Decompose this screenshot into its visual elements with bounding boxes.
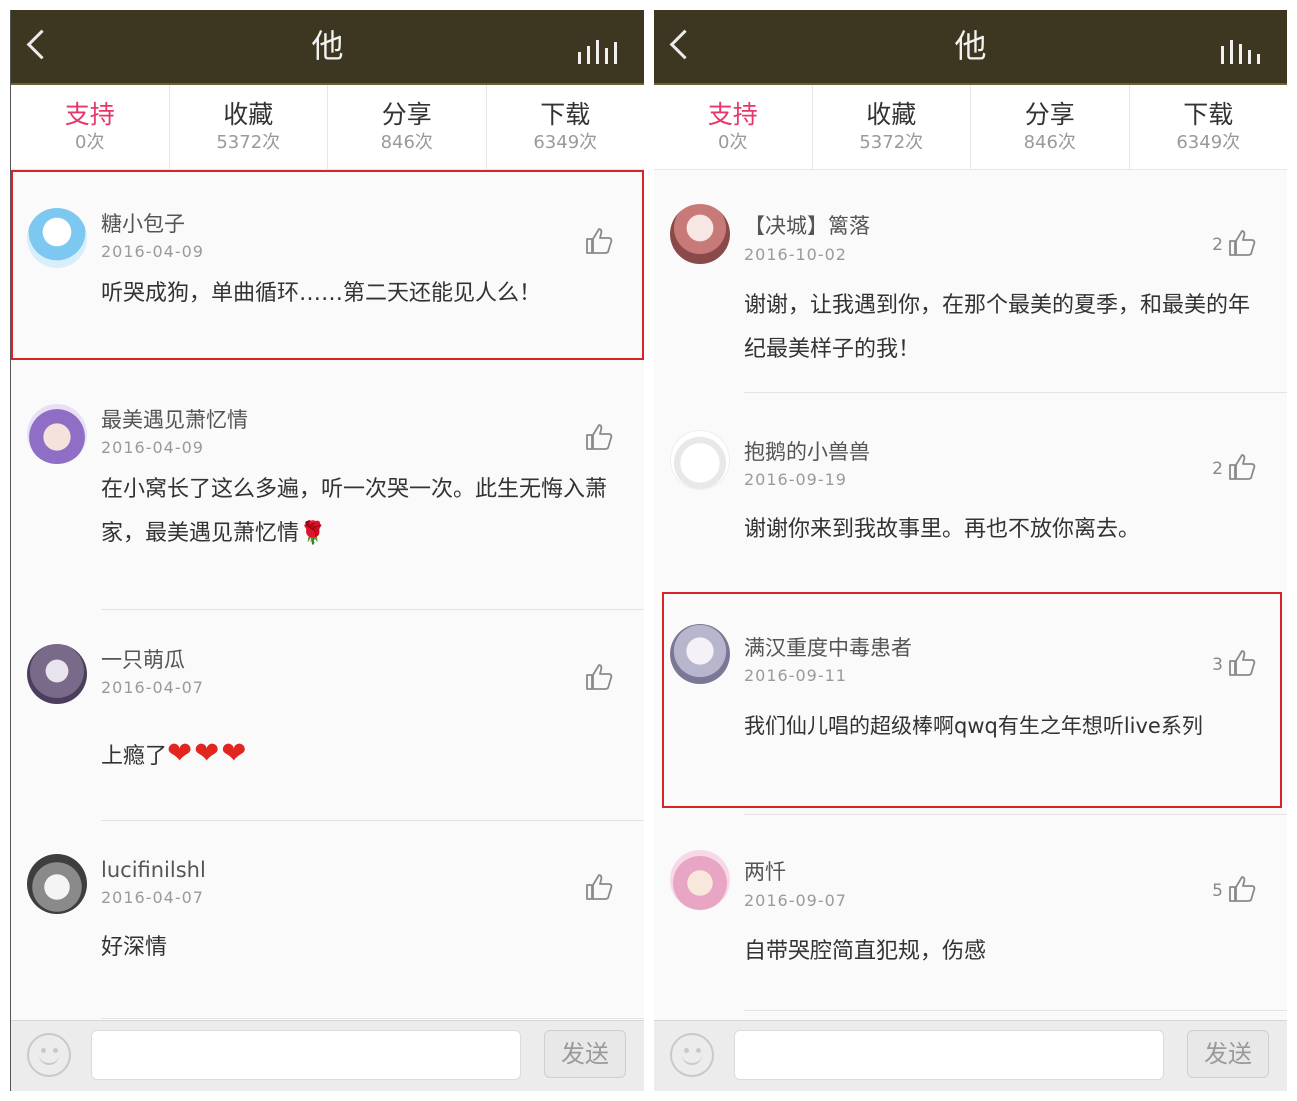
stat-label: 收藏 [223, 100, 274, 129]
send-button[interactable]: 发送 [1187, 1030, 1269, 1078]
highlight-box [662, 592, 1282, 808]
comment-text: 在小窝长了这么多遍，听一次哭一次。此生无悔入萧家，最美遇见萧忆情🌹 [101, 468, 614, 556]
comment-username[interactable]: 最美遇见萧忆情 [101, 406, 248, 434]
stat-count: 846次 [380, 132, 433, 153]
comment-text: 谢谢你来到我故事里。再也不放你离去。 [744, 517, 1141, 542]
stat-count: 0次 [75, 132, 105, 153]
avatar[interactable] [27, 208, 87, 268]
emoji-icon[interactable] [670, 1033, 714, 1077]
comment-input[interactable] [91, 1030, 521, 1080]
equalizer-icon[interactable] [578, 38, 620, 64]
stat-label: 下载 [1183, 100, 1234, 129]
avatar[interactable] [27, 854, 87, 914]
stat-label: 支持 [64, 100, 115, 129]
comment-username[interactable]: 糖小包子 [101, 210, 185, 238]
thumbs-up-icon[interactable] [584, 226, 614, 256]
comment-text: 好深情 [101, 935, 168, 960]
title-bar: 他 [654, 10, 1287, 85]
comment-text: 谢谢，让我遇到你，在那个最美的夏季，和最美的年纪最美样子的我！ [744, 293, 1251, 362]
stat-count: 5372次 [216, 132, 281, 153]
comment-date: 2016-09-19 [744, 470, 847, 489]
divider [101, 1018, 644, 1019]
tab-download[interactable]: 下载 6349次 [1130, 85, 1288, 169]
avatar[interactable] [27, 644, 87, 704]
comment-text-body: 上瘾了 [101, 744, 168, 769]
thumbs-up-icon[interactable] [1227, 648, 1257, 678]
right-screen: 他 支持 0次 收藏 5372次 分享 846次 下载 6349次 【决城】篱落… [654, 10, 1287, 1091]
tab-download[interactable]: 下载 6349次 [487, 85, 645, 169]
comment-username[interactable]: 满汉重度中毒患者 [744, 634, 912, 662]
comment-username[interactable]: 抱鹅的小兽兽 [744, 438, 870, 466]
comment-text: 上瘾了❤❤❤ [101, 732, 630, 779]
title-bar: 他 [11, 10, 644, 85]
comment-text-body: 在小窝长了这么多遍，听一次哭一次。此生无悔入萧家，最美遇见萧忆情 [101, 477, 608, 546]
thumbs-up-icon[interactable] [584, 662, 614, 692]
stat-count: 6349次 [533, 132, 598, 153]
avatar[interactable] [670, 204, 730, 264]
thumbs-up-icon[interactable] [584, 422, 614, 452]
comment-date: 2016-10-02 [744, 245, 847, 264]
like-count: 3 [1212, 655, 1223, 675]
comment-username[interactable]: lucifinilshl [101, 856, 206, 884]
page-title: 他 [954, 27, 987, 65]
stat-label: 收藏 [866, 100, 917, 129]
divider [744, 1010, 1287, 1011]
comment-date: 2016-04-07 [101, 888, 204, 907]
comment-username[interactable]: 一只萌瓜 [101, 646, 185, 674]
emoji-icon[interactable] [27, 1033, 71, 1077]
tab-favorite[interactable]: 收藏 5372次 [813, 85, 971, 169]
left-screen: 他 支持 0次 收藏 5372次 分享 846次 下载 6349次 糖小包子 2… [10, 10, 644, 1091]
divider [744, 392, 1287, 393]
stat-count: 846次 [1023, 132, 1076, 153]
tab-support[interactable]: 支持 0次 [654, 85, 813, 169]
divider [744, 814, 1287, 815]
comment-text: 自带哭腔简直犯规，伤感 [744, 939, 987, 964]
avatar[interactable] [670, 624, 730, 684]
comment-input[interactable] [734, 1030, 1164, 1080]
comment-text: 我们仙儿唱的超级棒啊qwq有生之年想听live系列 [744, 714, 1203, 738]
avatar[interactable] [670, 850, 730, 910]
stat-label: 分享 [1024, 100, 1075, 129]
stat-count: 6349次 [1176, 132, 1241, 153]
stat-count: 0次 [718, 132, 748, 153]
stat-label: 分享 [381, 100, 432, 129]
comment-username[interactable]: 两忏 [744, 858, 786, 886]
stats-bar: 支持 0次 收藏 5372次 分享 846次 下载 6349次 [654, 85, 1287, 170]
avatar[interactable] [670, 430, 730, 490]
comment-date: 2016-04-09 [101, 438, 204, 457]
divider [101, 820, 644, 821]
thumbs-up-icon[interactable] [1227, 228, 1257, 258]
comment-text: 听哭成狗，单曲循环……第二天还能见人么！ [101, 281, 542, 306]
comment-date: 2016-04-07 [101, 678, 204, 697]
stat-label: 支持 [707, 100, 758, 129]
tab-favorite[interactable]: 收藏 5372次 [170, 85, 328, 169]
comment-date: 2016-09-11 [744, 666, 847, 685]
tab-support[interactable]: 支持 0次 [11, 85, 170, 169]
thumbs-up-icon[interactable] [1227, 452, 1257, 482]
tab-share[interactable]: 分享 846次 [328, 85, 487, 169]
comment-input-bar: 发送 [654, 1020, 1287, 1091]
divider [101, 609, 644, 610]
stat-label: 下载 [540, 100, 591, 129]
like-count: 2 [1212, 235, 1223, 255]
stats-bar: 支持 0次 收藏 5372次 分享 846次 下载 6349次 [11, 85, 644, 170]
comment-date: 2016-09-07 [744, 891, 847, 910]
equalizer-icon[interactable] [1221, 38, 1263, 64]
comment-input-bar: 发送 [11, 1020, 644, 1091]
rose-emoji: 🌹 [299, 521, 327, 546]
tab-share[interactable]: 分享 846次 [971, 85, 1130, 169]
comment-date: 2016-04-09 [101, 242, 204, 261]
stat-count: 5372次 [859, 132, 924, 153]
comment-username[interactable]: 【决城】篱落 [744, 212, 870, 240]
thumbs-up-icon[interactable] [1227, 874, 1257, 904]
heart-emoji: ❤❤❤ [167, 736, 249, 771]
avatar[interactable] [27, 404, 87, 464]
like-count: 5 [1212, 881, 1223, 901]
thumbs-up-icon[interactable] [584, 872, 614, 902]
like-count: 2 [1212, 459, 1223, 479]
send-button[interactable]: 发送 [544, 1030, 626, 1078]
highlight-box [11, 170, 644, 360]
page-title: 他 [311, 27, 344, 65]
